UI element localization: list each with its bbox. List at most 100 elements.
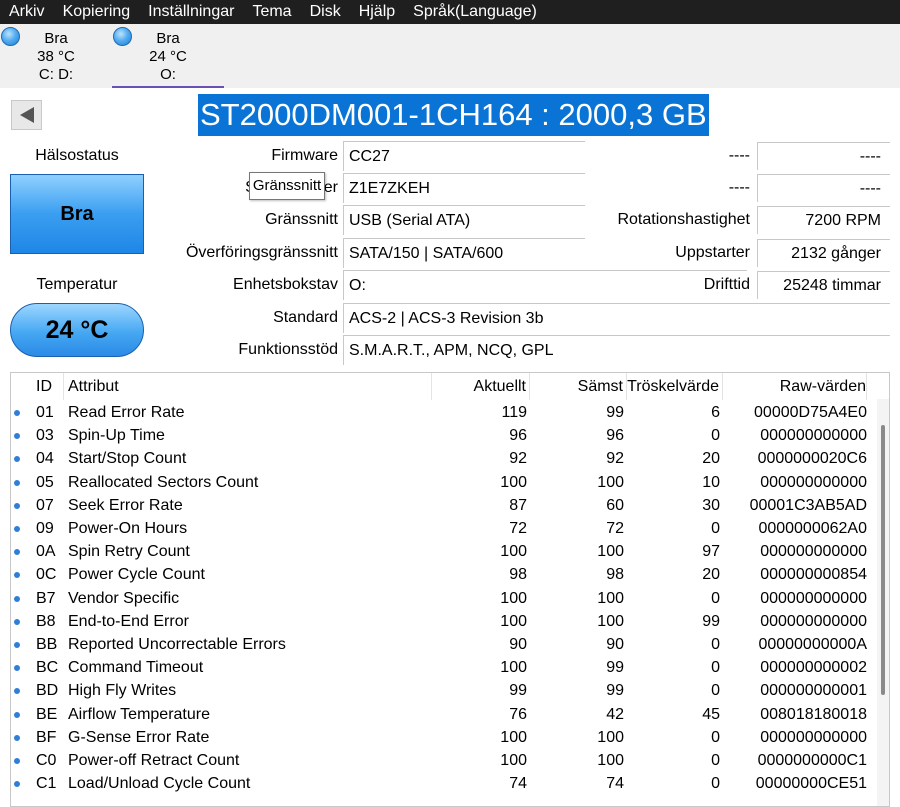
table-scrollbar[interactable] [877,399,889,806]
table-row[interactable]: C0 Power-off Retract Count 100 100 0 00000000… [11,749,867,772]
cell-threshold: 0 [711,659,720,677]
rotation-rate-value: 7200 RPM [757,206,890,234]
firmware-label: Firmware [271,147,338,164]
cell-id: B7 [36,589,56,607]
cell-raw: 000000000002 [760,659,867,677]
drive-letter-label: Enhetsbokstav [233,276,338,293]
menu-settings[interactable]: Inställningar [139,0,243,24]
health-status-button[interactable]: Bra [10,174,144,254]
cell-id: C0 [36,752,57,769]
column-header-threshold[interactable]: Tröskelvärde [627,373,723,400]
cell-worst: 60 [606,496,624,514]
standard-label: Standard [273,309,338,326]
table-row[interactable]: 0C Power Cycle Count 98 98 20 000000000854 [11,563,867,586]
cell-id: BB [36,636,58,653]
column-header-id[interactable]: ID [11,373,64,400]
health-good-icon [1,27,20,46]
cell-attribute: Reallocated Sectors Count [68,473,259,491]
table-row[interactable]: BC Command Timeout 100 99 0 000000000002 [11,656,867,679]
table-row[interactable]: 0A Spin Retry Count 100 100 97 000000000000 [11,540,867,563]
scrollbar-thumb[interactable] [881,425,885,695]
previous-disk-button[interactable] [11,100,42,130]
cell-id: 07 [36,496,54,514]
menu-disk[interactable]: Disk [301,0,350,24]
interface-label: Gränssnitt [265,211,338,228]
cell-raw: 000000000001 [760,682,867,700]
cell-raw: 00000000000A [758,636,867,653]
menu-copy[interactable]: Kopiering [54,0,140,24]
cell-current: 76 [509,705,527,723]
cell-attribute: Power-off Retract Count [68,752,240,769]
table-row[interactable]: 04 Start/Stop Count 92 92 20 0000000020C6 [11,447,867,470]
cell-threshold: 0 [711,520,720,537]
cell-id: 0A [36,543,56,561]
cell-raw: 000000000000 [760,612,867,630]
drive-tab-2[interactable]: Bra 24 °C O: [112,24,224,88]
drive-letters: C: D: [38,66,74,83]
cell-current: 100 [500,589,527,607]
column-header-attribute[interactable]: Attribut [64,373,432,400]
cell-current: 72 [509,520,527,537]
cell-attribute: Vendor Specific [68,589,180,607]
cell-threshold: 10 [702,473,720,491]
cell-current: 92 [509,450,527,468]
menu-help[interactable]: Hjälp [350,0,404,24]
cell-worst: 100 [597,589,624,607]
table-row[interactable]: BD High Fly Writes 99 99 0 000000000001 [11,679,867,702]
cell-current: 99 [509,682,527,700]
table-row[interactable]: 03 Spin-Up Time 96 96 0 000000000000 [11,424,867,447]
table-row[interactable]: BE Airflow Temperature 76 42 45 008018180018 [11,703,867,726]
cell-worst: 74 [606,775,624,793]
cell-attribute: Load/Unload Cycle Count [68,775,251,793]
cell-threshold: 0 [711,427,720,445]
drive-tab-1[interactable]: Bra 38 °C C: D: [0,24,112,88]
menu-file[interactable]: Arkiv [0,0,54,24]
table-row[interactable]: BF G-Sense Error Rate 100 100 0 000000000000 [11,726,867,749]
cell-id: 01 [36,404,54,421]
temperature-indicator[interactable]: 24 °C [10,303,144,357]
cell-worst: 100 [597,612,624,630]
cell-current: 100 [500,659,527,677]
cell-attribute: Spin Retry Count [68,543,190,561]
cell-raw: 00000D75A4E0 [754,404,867,421]
menu-language[interactable]: Språk(Language) [404,0,546,24]
column-header-worst[interactable]: Sämst [530,373,627,400]
cell-raw: 000000000000 [760,589,867,607]
cell-raw: 0000000020C6 [757,450,867,468]
cell-current: 100 [500,473,527,491]
standard-value: ACS-2 | ACS-3 Revision 3b [343,303,890,333]
serial-value: Z1E7ZKEH [343,173,585,203]
menu-theme[interactable]: Tema [243,0,300,24]
cell-threshold: 97 [702,543,720,561]
drive-letter-value: O: [343,270,747,300]
power-on-hours-label: Drifttid [703,276,750,293]
cell-threshold: 20 [702,566,720,584]
column-header-raw[interactable]: Raw-värden [723,373,867,400]
rotation-rate-label: Rotationshastighet [617,211,750,228]
table-row[interactable]: C1 Load/Unload Cycle Count 74 74 0 00000000CE… [11,772,867,795]
cell-id: 0C [36,566,57,584]
table-row[interactable]: B7 Vendor Specific 100 100 0 000000000000 [11,587,867,610]
cell-attribute: Reported Uncorrectable Errors [68,636,286,653]
health-good-icon [113,27,132,46]
right-info-value-2: ---- [757,174,890,202]
table-row[interactable]: 01 Read Error Rate 119 99 6 00000D75A4E0 [11,401,867,424]
table-row[interactable]: B8 End-to-End Error 100 100 99 000000000000 [11,610,867,633]
smart-table[interactable]: ID Attribut Aktuellt Sämst Tröskelvärde … [10,372,890,807]
cell-raw: 000000000854 [760,566,867,584]
cell-raw: 000000000000 [760,543,867,561]
transfer-mode-value: SATA/150 | SATA/600 [343,238,585,268]
table-row[interactable]: 07 Seek Error Rate 87 60 30 00001C3AB5AD [11,494,867,517]
cell-attribute: Read Error Rate [68,404,185,421]
table-row[interactable]: BB Reported Uncorrectable Errors 90 90 0 0000… [11,633,867,656]
table-row[interactable]: 05 Reallocated Sectors Count 100 100 10 00000… [11,471,867,494]
disk-title[interactable]: ST2000DM001-1CH164 : 2000,3 GB [198,94,709,136]
cell-worst: 90 [606,636,624,653]
cell-id: BF [36,728,57,746]
table-row[interactable]: 09 Power-On Hours 72 72 0 0000000062A0 [11,517,867,540]
cell-raw: 00001C3AB5AD [749,496,867,514]
cell-attribute: Power Cycle Count [68,566,205,584]
cell-raw: 008018180018 [760,705,867,723]
tooltip: Gränssnitt [249,172,325,200]
column-header-current[interactable]: Aktuellt [432,373,530,400]
